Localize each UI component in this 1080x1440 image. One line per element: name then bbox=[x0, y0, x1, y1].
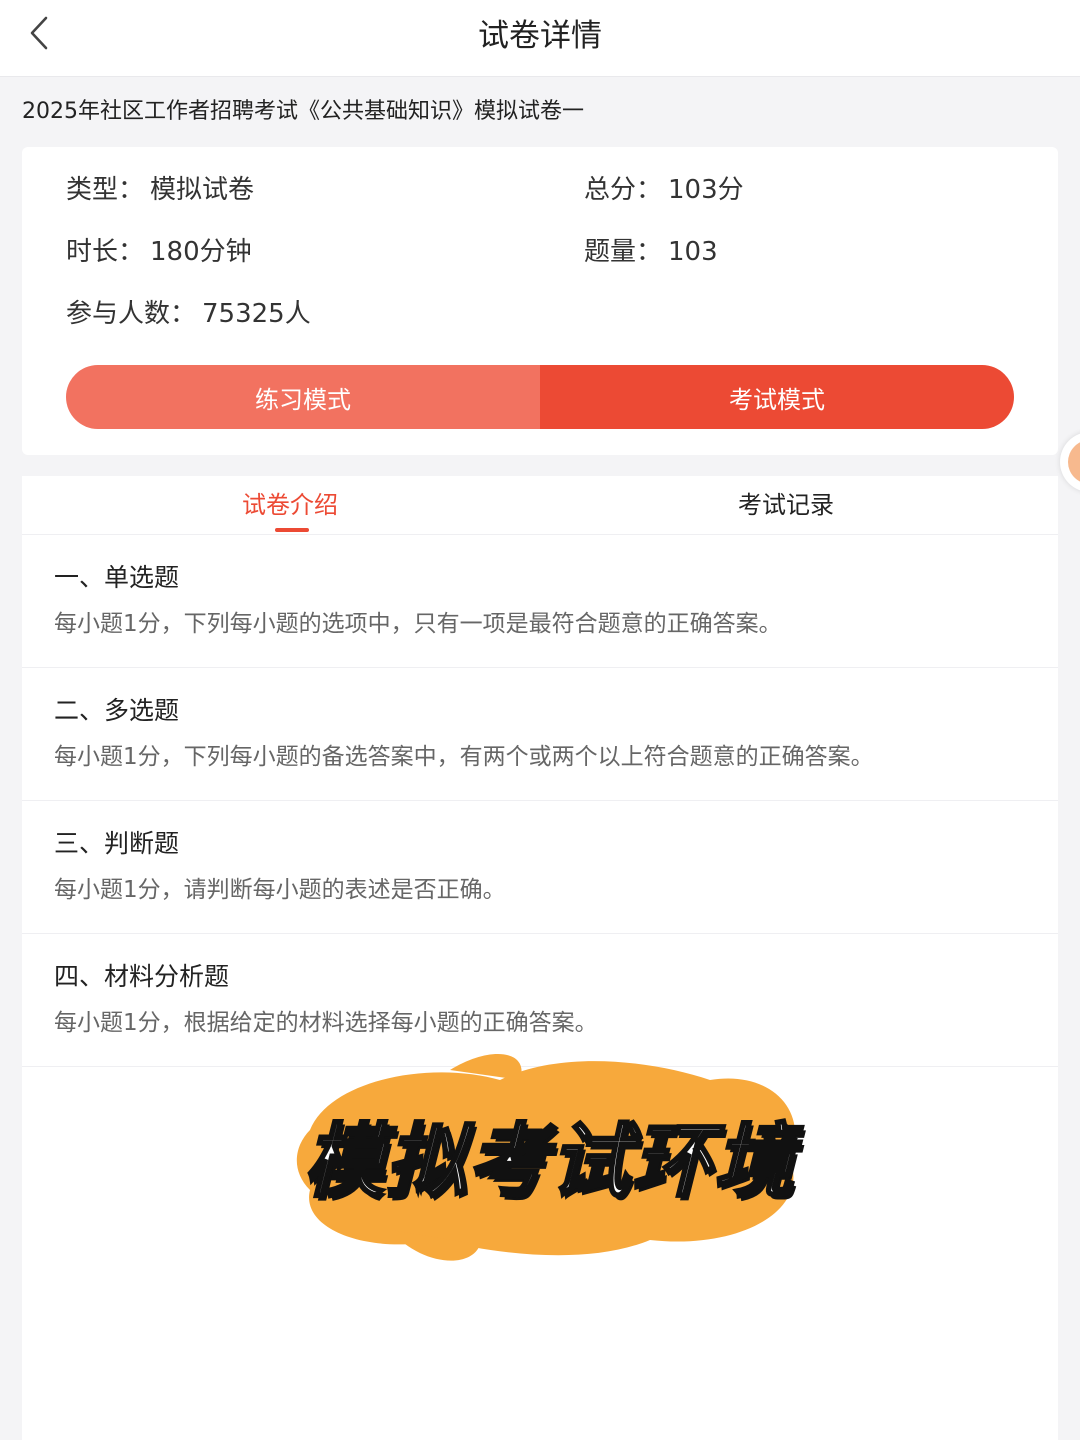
tab-intro[interactable]: 试卷介绍 bbox=[242, 488, 338, 522]
section-title: 一、单选题 bbox=[54, 563, 180, 592]
duration-info: 时长： 180分钟 bbox=[66, 234, 252, 270]
section-title: 二、多选题 bbox=[54, 696, 180, 725]
type-value: 模拟试卷 bbox=[150, 175, 255, 205]
paper-title: 2025年社区工作者招聘考试《公共基础知识》模拟试卷一 bbox=[22, 99, 584, 124]
duration-label: 时长： bbox=[66, 237, 145, 267]
section-description: 每小题1分，下列每小题的选项中，只有一项是最符合题意的正确答案。 bbox=[54, 611, 782, 637]
section-item: 一、单选题 每小题1分，下列每小题的选项中，只有一项是最符合题意的正确答案。 bbox=[22, 534, 1058, 668]
section-title: 三、判断题 bbox=[54, 829, 180, 858]
paper-info-card: 类型： 模拟试卷 总分： 103分 时长： 180分钟 题量： 103 参与人数： 753… bbox=[22, 147, 1058, 455]
score-value: 103分 bbox=[668, 175, 744, 205]
page-title: 试卷详情 bbox=[478, 18, 602, 54]
mode-selector: 练习模式 考试模式 bbox=[66, 365, 1014, 429]
tab-records[interactable]: 考试记录 bbox=[738, 488, 834, 522]
overlay-caption: 模拟考试环境 bbox=[303, 1114, 796, 1210]
floating-menu-button[interactable] bbox=[1060, 432, 1080, 492]
participants-info: 参与人数： 75325人 bbox=[66, 296, 311, 332]
active-tab-indicator bbox=[275, 528, 309, 532]
participants-value: 75325人 bbox=[202, 299, 311, 329]
total-score-info: 总分： 103分 bbox=[584, 172, 744, 208]
type-label: 类型： bbox=[66, 175, 145, 205]
section-description: 每小题1分，下列每小题的备选答案中，有两个或两个以上符合题意的正确答案。 bbox=[54, 744, 874, 770]
count-value: 103 bbox=[668, 237, 718, 267]
score-label: 总分： bbox=[584, 175, 663, 205]
section-item: 三、判断题 每小题1分，请判断每小题的表述是否正确。 bbox=[22, 800, 1058, 934]
top-bar: 试卷详情 bbox=[0, 0, 1080, 77]
question-count-info: 题量： 103 bbox=[584, 234, 718, 270]
section-description: 每小题1分，请判断每小题的表述是否正确。 bbox=[54, 877, 506, 903]
exam-mode-button[interactable]: 考试模式 bbox=[540, 365, 1014, 429]
content-card: 试卷介绍 考试记录 一、单选题 每小题1分，下列每小题的选项中，只有一项是最符合… bbox=[22, 476, 1058, 1440]
tab-bar: 试卷介绍 考试记录 bbox=[22, 476, 1058, 535]
menu-icon bbox=[1068, 440, 1080, 484]
promo-overlay: 模拟考试环境 bbox=[270, 1040, 830, 1270]
type-info: 类型： 模拟试卷 bbox=[66, 172, 254, 208]
section-description: 每小题1分，根据给定的材料选择每小题的正确答案。 bbox=[54, 1010, 598, 1036]
section-item: 二、多选题 每小题1分，下列每小题的备选答案中，有两个或两个以上符合题意的正确答… bbox=[22, 667, 1058, 801]
count-label: 题量： bbox=[584, 237, 663, 267]
duration-value: 180分钟 bbox=[150, 237, 252, 267]
section-title: 四、材料分析题 bbox=[54, 962, 230, 991]
practice-mode-button[interactable]: 练习模式 bbox=[66, 365, 540, 429]
participants-label: 参与人数： bbox=[66, 299, 197, 329]
